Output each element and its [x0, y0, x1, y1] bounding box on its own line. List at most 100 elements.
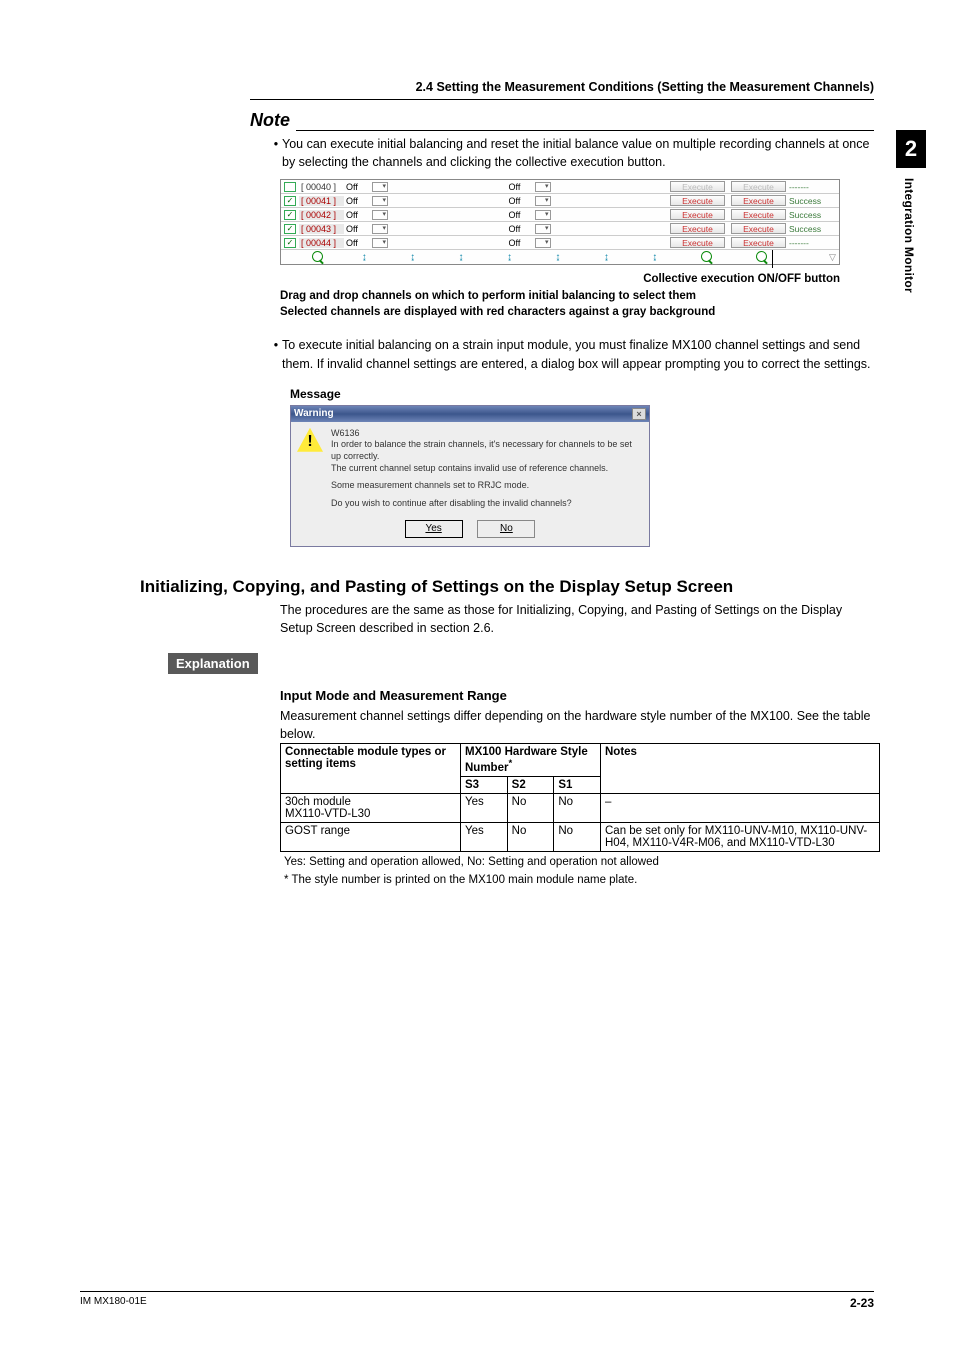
dialog-title: Warning [294, 408, 334, 419]
section-body: The procedures are the same as those for… [280, 601, 874, 637]
execute-button[interactable]: Execute [670, 195, 725, 206]
sub-body: Measurement channel settings differ depe… [280, 707, 874, 743]
caption-drag-2: Selected channels are displayed with red… [280, 304, 874, 320]
channel-id: [ 00041 ] [299, 196, 344, 206]
magnify-icon [312, 251, 323, 262]
execute-button[interactable]: Execute [670, 209, 725, 220]
collective-on-icon[interactable] [701, 251, 712, 262]
checkbox[interactable] [284, 182, 296, 192]
dropdown-icon[interactable] [535, 182, 551, 192]
dropdown-icon[interactable] [372, 196, 388, 206]
sort-icon: ↨ [534, 252, 582, 263]
channel-id: [ 00042 ] [299, 210, 344, 220]
sort-icon: ↨ [340, 252, 388, 263]
chapter-number: 2 [896, 130, 926, 168]
execute-button[interactable]: Execute [731, 181, 786, 192]
caption-drag-1: Drag and drop channels on which to perfo… [280, 288, 874, 304]
dialog-code: W6136 [331, 428, 643, 440]
dropdown-icon[interactable] [535, 210, 551, 220]
footer-page-number: 2-23 [850, 1296, 874, 1310]
off-cell-2: Off [507, 196, 535, 206]
sort-icon: ↨ [485, 252, 533, 263]
off-cell-2: Off [507, 182, 535, 192]
dropdown-icon[interactable] [535, 196, 551, 206]
dialog-line: In order to balance the strain channels,… [331, 439, 643, 462]
th-s1: S1 [554, 777, 601, 794]
execute-button[interactable]: Execute [731, 237, 786, 248]
status-cell: Success [789, 196, 839, 206]
table-footnote-1: Yes: Setting and operation allowed, No: … [284, 854, 874, 870]
warning-icon: ! [297, 428, 323, 452]
status-cell: Success [789, 210, 839, 220]
note-body-2: To execute initial balancing on a strain… [282, 336, 874, 372]
no-button[interactable]: No [477, 520, 535, 538]
yes-button[interactable]: Yes [405, 520, 463, 538]
dialog-line: Do you wish to continue after disabling … [331, 498, 643, 510]
execute-button[interactable]: Execute [670, 223, 725, 234]
dropdown-icon[interactable] [372, 182, 388, 192]
explanation-label: Explanation [168, 653, 258, 674]
close-icon[interactable]: × [632, 408, 646, 420]
checkbox[interactable]: ✓ [284, 224, 296, 234]
dropdown-icon[interactable] [372, 210, 388, 220]
off-cell-2: Off [507, 238, 535, 248]
table-row: 30ch moduleMX110-VTD-L30 Yes No No – [281, 794, 880, 823]
note-body-1: You can execute initial balancing and re… [282, 135, 874, 171]
table-row: GOST range Yes No No Can be set only for… [281, 823, 880, 852]
section-header: 2.4 Setting the Measurement Conditions (… [250, 80, 874, 100]
section-heading: Initializing, Copying, and Pasting of Se… [140, 577, 874, 597]
bullet-dot: • [270, 135, 282, 171]
checkbox[interactable]: ✓ [284, 210, 296, 220]
sort-icon: ↨ [437, 252, 485, 263]
scroll-arrow-icon[interactable]: ▽ [789, 252, 839, 263]
off-cell: Off [344, 182, 372, 192]
checkbox[interactable]: ✓ [284, 238, 296, 248]
th-s2: S2 [507, 777, 554, 794]
th-module-types: Connectable module types or setting item… [281, 744, 461, 794]
page-footer: IM MX180-01E 2-23 [80, 1291, 874, 1310]
off-cell-2: Off [507, 224, 535, 234]
dialog-line: The current channel setup contains inval… [331, 463, 643, 475]
channel-id: [ 00040 ] [299, 182, 344, 192]
sort-icon: ↨ [582, 252, 630, 263]
message-label: Message [290, 387, 874, 401]
sub-heading: Input Mode and Measurement Range [280, 688, 874, 703]
dropdown-icon[interactable] [535, 238, 551, 248]
th-hw-style: MX100 Hardware Style Number* [461, 744, 601, 777]
collective-off-icon[interactable] [756, 251, 767, 262]
dropdown-icon[interactable] [372, 224, 388, 234]
off-cell: Off [344, 238, 372, 248]
status-cell: ------- [789, 182, 839, 192]
off-cell: Off [344, 224, 372, 234]
sort-icon: ↨ [388, 252, 436, 263]
note-rule [296, 121, 874, 131]
caption-collective: Collective execution ON/OFF button [280, 273, 840, 285]
chapter-title: Integration Monitor [896, 178, 916, 293]
footer-doc-id: IM MX180-01E [80, 1296, 147, 1310]
execute-button[interactable]: Execute [731, 223, 786, 234]
note-label: Note [250, 110, 290, 131]
dropdown-icon[interactable] [372, 238, 388, 248]
checkbox[interactable]: ✓ [284, 196, 296, 206]
status-cell: Success [789, 224, 839, 234]
dialog-line: Some measurement channels set to RRJC mo… [331, 480, 643, 492]
sort-icon: ↨ [631, 252, 679, 263]
bullet-dot: • [270, 336, 282, 372]
channel-grid-figure: [ 00040 ] Off Off Execute Execute ------… [280, 179, 840, 265]
execute-button[interactable]: Execute [731, 209, 786, 220]
execute-button[interactable]: Execute [731, 195, 786, 206]
dropdown-icon[interactable] [535, 224, 551, 234]
execute-button[interactable]: Execute [670, 237, 725, 248]
channel-id: [ 00044 ] [299, 238, 344, 248]
off-cell: Off [344, 210, 372, 220]
chapter-tab: 2 Integration Monitor [896, 130, 926, 293]
channel-id: [ 00043 ] [299, 224, 344, 234]
th-s3: S3 [461, 777, 508, 794]
hardware-table: Connectable module types or setting item… [280, 743, 880, 852]
execute-button[interactable]: Execute [670, 181, 725, 192]
table-footnote-2: * The style number is printed on the MX1… [284, 872, 874, 888]
status-cell: ------- [789, 238, 839, 248]
off-cell: Off [344, 196, 372, 206]
off-cell-2: Off [507, 210, 535, 220]
warning-dialog: Warning × ! W6136 In order to balance th… [290, 405, 650, 547]
